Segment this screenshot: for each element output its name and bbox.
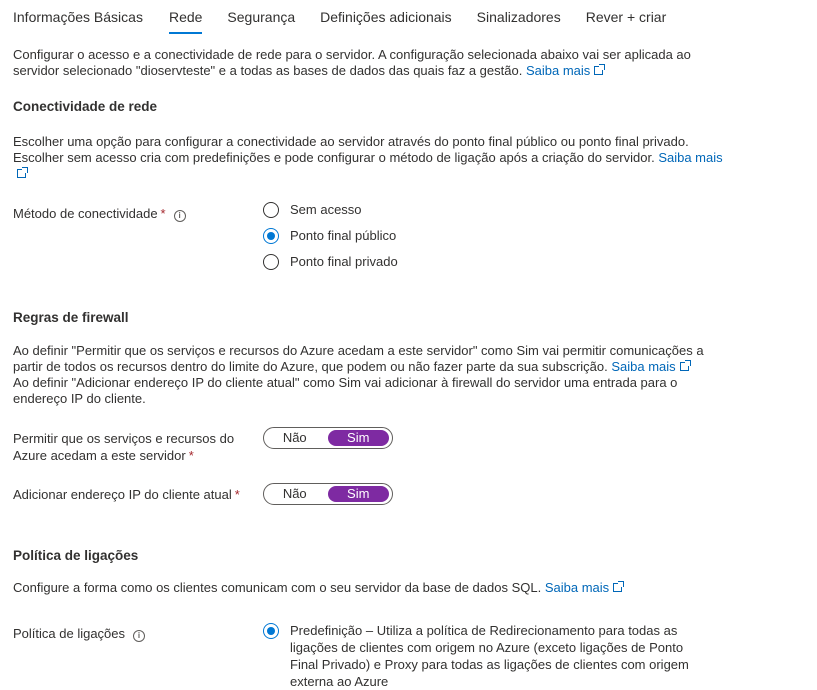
add-client-ip-toggle[interactable]: Não Sim xyxy=(263,483,393,505)
connectivity-method-label: Método de conectividade * i xyxy=(13,205,243,222)
external-link-icon xyxy=(594,64,606,75)
radio-button-icon[interactable] xyxy=(263,202,279,218)
tab-security[interactable]: Segurança xyxy=(227,0,295,36)
connection-policy-heading: Política de ligações xyxy=(13,548,139,563)
radio-public-endpoint[interactable]: Ponto final público xyxy=(263,227,396,244)
allow-azure-services-toggle[interactable]: Não Sim xyxy=(263,427,393,449)
toggle-option-yes[interactable]: Sim xyxy=(327,430,389,446)
allow-azure-services-label-text: Permitir que os serviços e recursos do A… xyxy=(13,431,235,463)
tab-additional-settings[interactable]: Definições adicionais xyxy=(320,0,452,36)
required-asterisk: * xyxy=(160,206,166,221)
firewall-heading: Regras de firewall xyxy=(13,310,129,325)
connectivity-heading: Conectividade de rede xyxy=(13,99,158,114)
add-client-ip-label: Adicionar endereço IP do cliente atual * xyxy=(13,486,243,503)
tab-network[interactable]: Rede xyxy=(168,0,203,36)
radio-private-endpoint[interactable]: Ponto final privado xyxy=(263,253,398,270)
intro-learn-more-link[interactable]: Saiba mais xyxy=(526,63,606,78)
toggle-option-no[interactable]: Não xyxy=(264,428,326,448)
radio-connection-policy-default[interactable]: Predefinição – Utiliza a política de Red… xyxy=(263,622,703,690)
connection-policy-learn-more-link[interactable]: Saiba mais xyxy=(545,580,625,595)
firewall-description-block: Ao definir "Permitir que os serviços e r… xyxy=(13,343,713,407)
toggle-option-no[interactable]: Não xyxy=(264,484,326,504)
radio-no-access[interactable]: Sem acesso xyxy=(263,201,362,218)
tab-tags[interactable]: Sinalizadores xyxy=(477,0,561,36)
radio-button-checked-icon[interactable] xyxy=(263,228,279,244)
info-icon[interactable]: i xyxy=(133,630,146,642)
required-asterisk: * xyxy=(188,448,194,463)
tab-review-create[interactable]: Rever + criar xyxy=(586,0,667,36)
allow-azure-services-label: Permitir que os serviços e recursos do A… xyxy=(13,430,238,464)
connection-policy-description-block: Configure a forma como os clientes comun… xyxy=(13,580,733,596)
intro-text: Configurar o acesso e a conectividade de… xyxy=(13,47,733,79)
radio-button-icon[interactable] xyxy=(263,254,279,270)
info-icon[interactable]: i xyxy=(173,210,186,222)
connection-policy-description: Configure a forma como os clientes comun… xyxy=(13,580,542,595)
radio-label: Ponto final privado xyxy=(290,254,398,269)
external-link-icon xyxy=(17,167,28,178)
radio-label: Ponto final público xyxy=(290,228,397,243)
required-asterisk: * xyxy=(234,487,240,502)
firewall-description-1: Ao definir "Permitir que os serviços e r… xyxy=(13,343,704,374)
connectivity-description: Escolher uma opção para configurar a con… xyxy=(13,134,689,165)
external-link-icon xyxy=(679,360,691,371)
firewall-description-2: Ao definir "Adicionar endereço IP do cli… xyxy=(13,375,678,406)
add-client-ip-label-text: Adicionar endereço IP do cliente atual xyxy=(13,487,232,502)
tab-basic-info[interactable]: Informações Básicas xyxy=(13,0,143,36)
connection-policy-label-text: Política de ligações xyxy=(13,626,126,641)
external-link-icon xyxy=(613,581,625,592)
connection-policy-label: Política de ligações i xyxy=(13,625,243,642)
toggle-option-yes[interactable]: Sim xyxy=(327,486,389,502)
connectivity-description-block: Escolher uma opção para configurar a con… xyxy=(13,134,728,182)
firewall-learn-more-link[interactable]: Saiba mais xyxy=(611,359,691,374)
radio-label: Predefinição – Utiliza a política de Red… xyxy=(290,623,689,689)
connectivity-method-label-text: Método de conectividade xyxy=(13,206,158,221)
radio-button-checked-icon[interactable] xyxy=(263,623,279,639)
tab-bar: Informações Básicas Rede Segurança Defin… xyxy=(13,0,691,36)
radio-label: Sem acesso xyxy=(290,202,362,217)
